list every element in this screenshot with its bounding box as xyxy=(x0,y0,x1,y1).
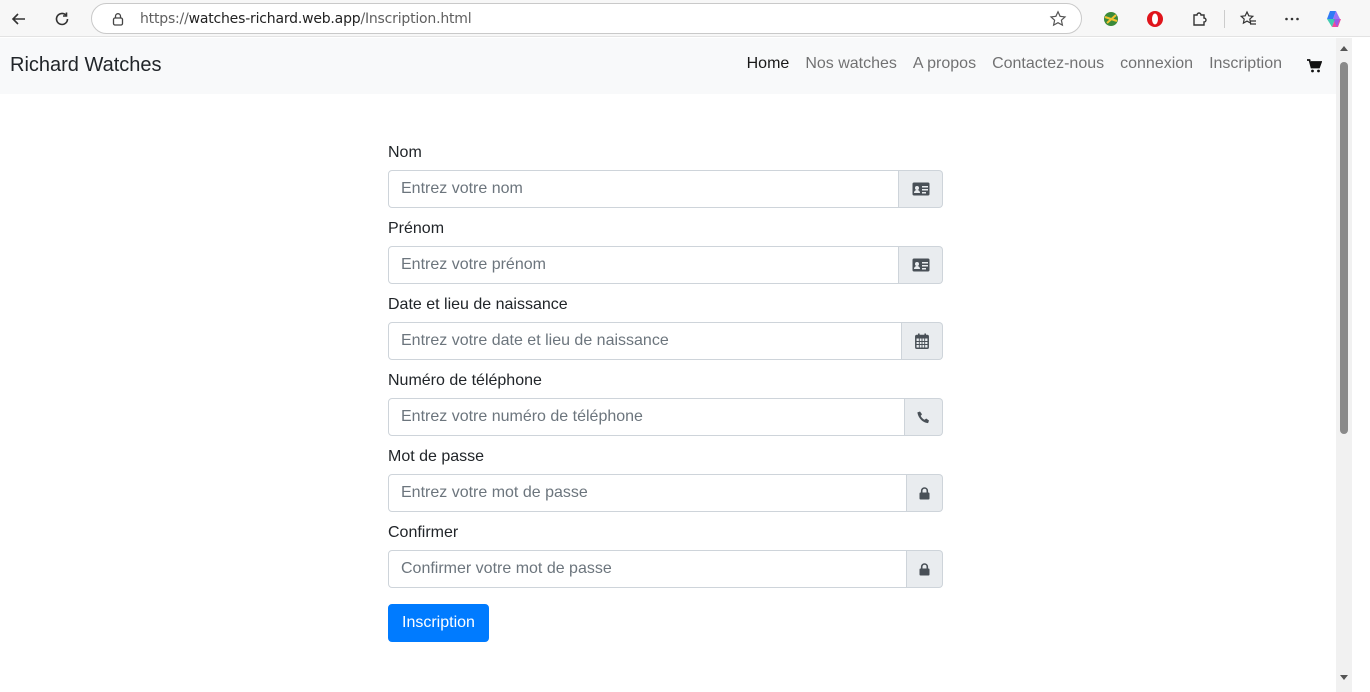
copilot-icon[interactable] xyxy=(1323,8,1345,30)
shopping-cart-icon[interactable] xyxy=(1306,58,1322,74)
lock-icon xyxy=(907,550,943,588)
nav-links: Home Nos watches A propos Contactez-nous… xyxy=(747,55,1282,73)
lock-icon xyxy=(907,474,943,512)
form-group-telephone: Numéro de téléphone xyxy=(388,372,943,436)
favorites-icon[interactable] xyxy=(1237,8,1259,30)
field-label-naissance: Date et lieu de naissance xyxy=(388,296,568,313)
nav-link-a-propos[interactable]: A propos xyxy=(913,55,976,73)
input-group-telephone xyxy=(388,398,943,436)
mot-de-passe-input[interactable] xyxy=(388,474,907,512)
confirmer-input[interactable] xyxy=(388,550,907,588)
input-group-naissance xyxy=(388,322,943,360)
address-bar[interactable]: https://watches-richard.web.app/Inscript… xyxy=(91,3,1082,34)
scroll-up-arrow-icon[interactable] xyxy=(1340,46,1348,51)
field-label-prenom: Prénom xyxy=(388,220,445,237)
form-group-nom: Nom xyxy=(388,144,943,208)
nav-link-home[interactable]: Home xyxy=(747,55,790,73)
toolbar-separator xyxy=(1224,10,1225,28)
opera-icon[interactable] xyxy=(1144,8,1166,30)
back-button[interactable] xyxy=(6,6,32,32)
window-edge xyxy=(1352,38,1370,692)
telephone-input[interactable] xyxy=(388,398,905,436)
field-label-mot-de-passe: Mot de passe xyxy=(388,448,485,465)
site-navbar: Richard Watches Home Nos watches A propo… xyxy=(0,38,1336,94)
arrow-left-icon xyxy=(11,13,25,25)
nav-link-nos-watches[interactable]: Nos watches xyxy=(805,55,897,73)
phone-icon xyxy=(905,398,943,436)
reload-button[interactable] xyxy=(49,6,75,32)
extension-globe-icon[interactable] xyxy=(1100,8,1122,30)
favorite-star-icon[interactable] xyxy=(1049,10,1067,28)
nom-input[interactable] xyxy=(388,170,899,208)
calendar-icon xyxy=(902,322,943,360)
page-scrollbar[interactable] xyxy=(1336,38,1352,692)
form-group-naissance: Date et lieu de naissance xyxy=(388,296,943,360)
scrollbar-thumb[interactable] xyxy=(1340,62,1348,434)
nav-link-connexion[interactable]: connexion xyxy=(1120,55,1193,73)
field-label-confirmer: Confirmer xyxy=(388,524,459,541)
site-info-icon[interactable] xyxy=(110,11,126,27)
inscription-submit-button[interactable]: Inscription xyxy=(388,604,489,642)
id-card-icon xyxy=(899,246,943,284)
prenom-input[interactable] xyxy=(388,246,899,284)
field-label-telephone: Numéro de téléphone xyxy=(388,372,542,389)
form-group-confirmer: Confirmer xyxy=(388,524,943,588)
input-group-mot-de-passe xyxy=(388,474,943,512)
nav-link-inscription[interactable]: Inscription xyxy=(1209,55,1282,73)
form-group-mot-de-passe: Mot de passe xyxy=(388,448,943,512)
site-brand[interactable]: Richard Watches xyxy=(10,54,162,77)
url-text: https://watches-richard.web.app/Inscript… xyxy=(140,10,472,27)
extensions-puzzle-icon[interactable] xyxy=(1188,8,1210,30)
browser-toolbar: https://watches-richard.web.app/Inscript… xyxy=(0,0,1370,37)
input-group-prenom xyxy=(388,246,943,284)
reload-icon xyxy=(55,12,69,26)
more-menu-icon[interactable] xyxy=(1281,8,1303,30)
input-group-confirmer xyxy=(388,550,943,588)
input-group-nom xyxy=(388,170,943,208)
naissance-input[interactable] xyxy=(388,322,902,360)
registration-form: Nom Prénom Date et lieu de naissance Num… xyxy=(388,144,943,642)
scroll-down-arrow-icon[interactable] xyxy=(1340,675,1348,680)
field-label-nom: Nom xyxy=(388,144,422,161)
nav-link-contactez-nous[interactable]: Contactez-nous xyxy=(992,55,1104,73)
id-card-icon xyxy=(899,170,943,208)
form-group-prenom: Prénom xyxy=(388,220,943,284)
